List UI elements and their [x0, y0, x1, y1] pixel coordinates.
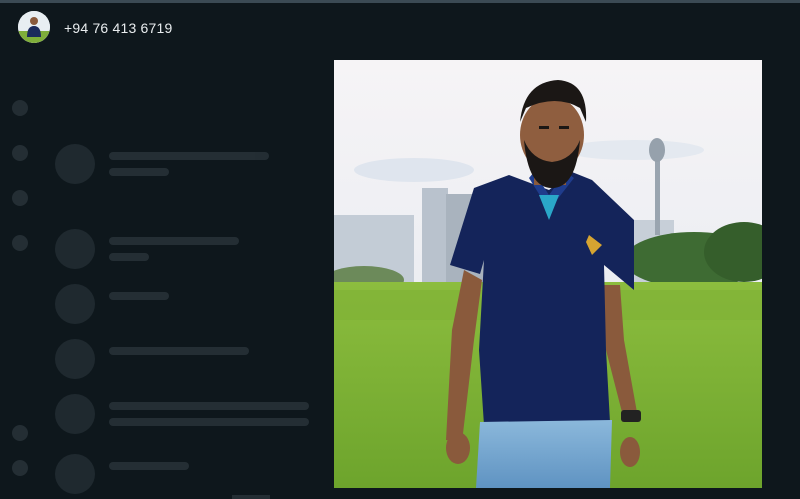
- chat-preview-placeholder: [109, 418, 309, 426]
- contact-avatar[interactable]: [18, 11, 50, 43]
- chat-avatar: [55, 339, 95, 379]
- profile-photo-image: [334, 60, 762, 488]
- chat-row: [55, 280, 325, 326]
- chat-name-placeholder: [109, 292, 169, 300]
- chat-preview-placeholder: [109, 253, 149, 261]
- status-icon: [12, 145, 28, 161]
- chat-preview-placeholder: [109, 168, 169, 176]
- scrollbar[interactable]: [232, 495, 270, 499]
- chat-name-placeholder: [109, 237, 239, 245]
- media-viewer-header: +94 76 413 6719: [0, 3, 800, 53]
- settings-icon: [12, 425, 28, 441]
- chat-avatar: [55, 144, 95, 184]
- chat-name-placeholder: [109, 347, 249, 355]
- chat-row: [55, 450, 325, 496]
- chats-icon: [12, 100, 28, 116]
- chat-row: [55, 225, 325, 271]
- chat-name-placeholder: [109, 402, 309, 410]
- profile-icon: [12, 460, 28, 476]
- channels-icon: [12, 190, 28, 206]
- communities-icon: [12, 235, 28, 251]
- profile-photo: [334, 60, 762, 488]
- chat-row: [55, 390, 325, 436]
- chat-row: [55, 140, 325, 186]
- contact-phone-number[interactable]: +94 76 413 6719: [64, 20, 173, 36]
- chat-avatar: [55, 229, 95, 269]
- nav-rail: [0, 50, 40, 499]
- chat-avatar: [55, 284, 95, 324]
- chat-avatar: [55, 454, 95, 494]
- chat-name-placeholder: [109, 462, 189, 470]
- chat-name-placeholder: [109, 152, 269, 160]
- chat-row: [55, 335, 325, 381]
- profile-photo-icon: [18, 11, 50, 43]
- chat-avatar: [55, 394, 95, 434]
